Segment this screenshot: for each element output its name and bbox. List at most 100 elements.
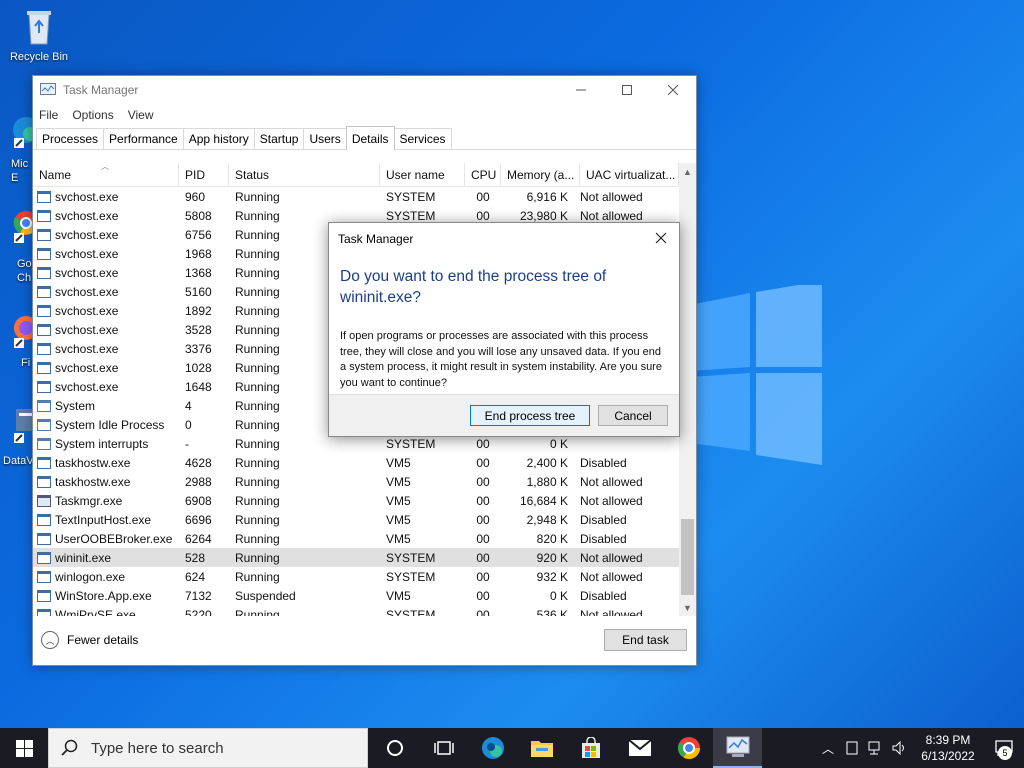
table-row[interactable]: wininit.exe 528 Running SYSTEM 00 920 K Not al… [33,548,679,567]
clock-time: 8:39 PM [925,733,971,747]
table-row[interactable]: WinStore.App.exe 7132 Suspended VM5 00 0 K Dis… [33,586,679,605]
pid-cell: 5808 [185,208,212,223]
menu-file[interactable]: File [39,108,58,122]
taskbar-mail[interactable] [615,728,664,768]
column-header-status[interactable]: Status [229,163,380,186]
process-name-cell: System [33,399,179,413]
user-name-cell: SYSTEM [386,550,436,565]
title-bar[interactable]: Task Manager [33,76,696,104]
end-process-tree-button[interactable]: End process tree [470,405,590,426]
start-button[interactable] [0,728,48,768]
close-icon [668,85,678,95]
taskbar-store[interactable] [566,728,615,768]
cpu-cell: 00 [476,474,490,489]
process-icon [37,323,51,336]
table-row[interactable]: svchost.exe 960 Running SYSTEM 00 6,916 K Not … [33,187,679,206]
process-name: svchost.exe [55,208,119,223]
cpu-cell: 00 [476,550,490,565]
status-cell: Running [235,531,280,546]
task-manager-app-icon [40,83,56,95]
dialog-close-button[interactable] [649,227,673,249]
process-icon [37,513,51,526]
status-cell: Running [235,493,280,508]
firefox-shortcut-icon [14,316,38,348]
process-name-cell: svchost.exe [33,361,179,375]
process-name: WinStore.App.exe [55,588,152,603]
pid-cell: 6264 [185,531,212,546]
column-header-uac[interactable]: UAC virtualizat... [580,163,679,186]
table-row[interactable]: winlogon.exe 624 Running SYSTEM 00 932 K Not a… [33,567,679,586]
dataview-shortcut-icon [14,409,36,443]
taskbar-cortana[interactable] [370,728,419,768]
maximize-icon [622,85,632,95]
desktop-icon-dataview-label: DataV [3,455,34,467]
user-name-cell: SYSTEM [386,569,436,584]
taskbar-search-box[interactable]: Type here to search [48,728,368,768]
process-name-cell: svchost.exe [33,285,179,299]
taskbar-edge[interactable] [468,728,517,768]
minimize-button[interactable] [558,76,604,104]
taskbar-clock[interactable]: 8:39 PM 6/13/2022 [912,732,984,764]
status-cell: Suspended [235,588,296,603]
cpu-cell: 00 [476,588,490,603]
cancel-button[interactable]: Cancel [598,405,668,426]
pid-cell: 2988 [185,474,212,489]
taskbar-task-manager[interactable] [713,728,762,768]
tab-users[interactable]: Users [303,128,347,149]
scroll-up-icon[interactable]: ▲ [679,163,696,180]
scrollbar-thumb[interactable] [681,519,694,595]
table-row[interactable]: taskhostw.exe 2988 Running VM5 00 1,880 K Not … [33,472,679,491]
tab-bar: Processes Performance App history Startu… [33,126,696,150]
table-row[interactable]: Taskmgr.exe 6908 Running VM5 00 16,684 K Not a… [33,491,679,510]
tray-battery[interactable] [840,728,864,768]
menu-options[interactable]: Options [72,108,113,122]
tab-services[interactable]: Services [393,128,452,149]
process-icon [37,437,51,450]
scroll-down-icon[interactable]: ▼ [679,599,696,616]
taskbar-task-view[interactable] [419,728,468,768]
taskbar-chrome[interactable] [664,728,713,768]
process-icon [37,418,51,431]
process-icon [37,570,51,583]
desktop-icon-recycle-bin[interactable]: Recycle Bin [1,6,77,63]
table-row[interactable]: UserOOBEBroker.exe 6264 Running VM5 00 820 K D… [33,529,679,548]
process-name: Taskmgr.exe [55,493,123,508]
process-icon [37,456,51,469]
memory-cell: 23,980 K [519,208,568,223]
tab-processes[interactable]: Processes [36,128,105,149]
action-center-button[interactable]: 5 [984,728,1024,768]
column-header-pid[interactable]: PID [179,163,229,186]
column-header-cpu[interactable]: CPU [465,163,501,186]
user-name-cell: VM5 [386,512,411,527]
column-header-memory[interactable]: Memory (a... [501,163,580,186]
tab-app-history[interactable]: App history [182,128,255,149]
memory-cell: 1,880 K [526,474,568,489]
pid-cell: 4628 [185,455,212,470]
memory-cell: 920 K [536,550,568,565]
memory-cell: 16,684 K [519,493,568,508]
tab-details[interactable]: Details [345,126,395,150]
fewer-details-link[interactable]: ︿ Fewer details [41,631,138,649]
tab-startup[interactable]: Startup [253,128,305,149]
show-hidden-icons-button[interactable]: ︿ [816,728,840,768]
pid-cell: 6696 [185,512,212,527]
maximize-button[interactable] [604,76,650,104]
edge-icon [481,737,504,759]
process-name-cell: svchost.exe [33,323,179,337]
dialog-title-bar[interactable]: Task Manager [329,223,679,254]
desktop-icon-chrome-label: Go Ch [17,258,32,284]
tab-performance[interactable]: Performance [103,128,184,149]
end-task-button[interactable]: End task [604,629,687,651]
taskbar-file-explorer[interactable] [517,728,566,768]
column-header-user-name[interactable]: User name [380,163,465,186]
close-button[interactable] [650,76,696,104]
process-name-cell: svchost.exe [33,266,179,280]
tray-volume[interactable] [888,728,912,768]
menu-view[interactable]: View [128,108,154,122]
process-name: System [55,398,96,413]
tray-network[interactable] [864,728,888,768]
table-row[interactable]: TextInputHost.exe 6696 Running VM5 00 2,948 K… [33,510,679,529]
process-name-cell: svchost.exe [33,247,179,261]
vertical-scrollbar[interactable]: ▲ ▼ [679,163,696,616]
table-row[interactable]: taskhostw.exe 4628 Running VM5 00 2,400 K Disa… [33,453,679,472]
